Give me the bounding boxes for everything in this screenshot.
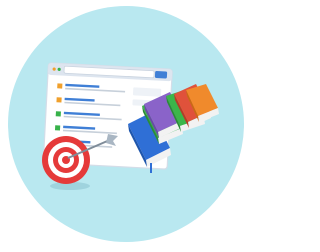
result-marker-icon — [57, 83, 63, 89]
search-button — [154, 70, 168, 79]
sidebar-thumbnail — [132, 87, 162, 97]
search-research-illustration — [8, 6, 244, 242]
result-marker-icon — [55, 111, 61, 117]
bookmark-ribbon — [150, 163, 152, 173]
result-marker-icon — [54, 125, 61, 131]
result-marker-icon — [56, 97, 62, 103]
